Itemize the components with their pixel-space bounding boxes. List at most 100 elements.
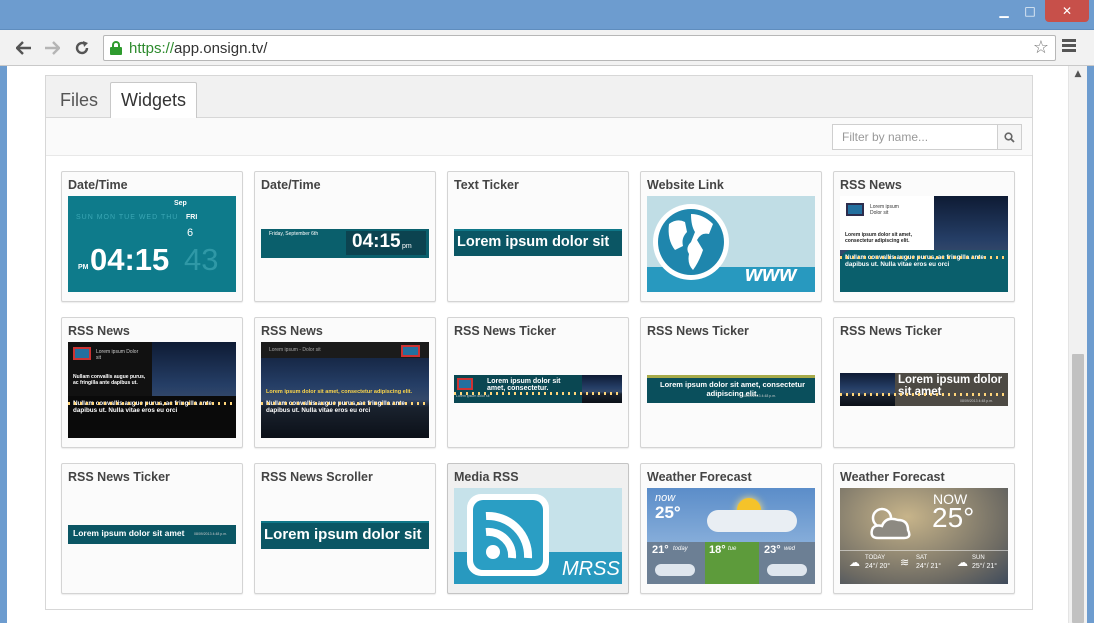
rss-ticker-thumbnail: Lorem ipsum dolor sit Lorem ipsum dolor … (454, 375, 622, 403)
thumb-day2-label: SAT (916, 555, 928, 561)
widget-card-datetime-1[interactable]: Date/Time Sep SUN MON TUE WED THU FRI 6 … (61, 171, 243, 302)
filter-input[interactable]: Filter by name... (832, 124, 998, 150)
thumb-month: Sep (174, 200, 187, 207)
cloud-icon (767, 564, 807, 576)
star-icon[interactable]: ☆ (1033, 37, 1049, 58)
widget-card-media-rss[interactable]: Media RSS MRSS (447, 463, 629, 594)
forward-arrow-icon[interactable] (40, 36, 64, 60)
search-icon[interactable] (997, 124, 1022, 150)
datetime-thumbnail: Sep SUN MON TUE WED THU FRI 6 PM 04:15 4… (68, 196, 236, 292)
widget-card-rss-news-1[interactable]: RSS News Lorem ipsum Dolor sit Lorem ips… (833, 171, 1015, 302)
maximize-icon[interactable]: □ (1019, 0, 1041, 22)
url-protocol: https:// (129, 40, 175, 57)
widget-card-rss-news-2[interactable]: RSS News Lorem ipsum Dolor sit Nullam co… (61, 317, 243, 448)
rss-news-thumbnail: Lorem ipsum - Dolor sit Lorem ipsum dolo… (261, 342, 429, 438)
card-title: Weather Forecast (840, 470, 945, 484)
tab-widgets[interactable]: Widgets (110, 82, 198, 119)
thumb-ampm: PM (78, 264, 89, 271)
cloud-rain-icon: ☁ (849, 557, 860, 569)
thumb-headline: Lorem ipsum dolor sit amet, consectetur … (266, 389, 413, 395)
window-frame-right (1087, 30, 1094, 623)
card-title: RSS News Ticker (647, 324, 749, 338)
thumb-day3-temp: 25°/ 21° (972, 563, 998, 570)
thumb-date: 6 (187, 227, 194, 239)
thumb-body: Nullam convallis augue purus, ac fringil… (845, 254, 984, 268)
scroll-up-icon[interactable]: ▲ (1072, 69, 1084, 79)
thumb-scroller-text: Lorem ipsum dolor sit (264, 526, 422, 543)
thumb-ticker-text: Lorem ipsum dolor sit amet, consectetur. (487, 378, 561, 392)
datetime-thumbnail: Friday, September 6th 04:15 pm (261, 229, 429, 258)
cloud-icon (655, 564, 695, 576)
thumb-source: Lorem ipsum Dolor sit (870, 204, 899, 216)
thumb-time: 04:15 (90, 242, 170, 277)
thumb-day1-label: today (673, 546, 688, 552)
rss-scroller-thumbnail: Lorem ipsum dolor sit (261, 521, 429, 549)
card-title: RSS News (840, 178, 902, 192)
card-title: RSS News Ticker (454, 324, 556, 338)
widget-card-text-ticker[interactable]: Text Ticker Lorem ipsum dolor sit (447, 171, 629, 302)
thumb-date: 08/09/2013 4:48 p.m. (743, 394, 777, 398)
thumb-mrss-text: MRSS (562, 558, 620, 580)
thumb-ticker-text: Lorem ipsum dolor sit (457, 234, 610, 250)
thumb-date: 08/09/2013 4:48 p.m. (960, 399, 994, 403)
widget-card-website-link[interactable]: Website Link www (640, 171, 822, 302)
wind-icon: ≋ (900, 557, 910, 569)
url-text[interactable]: https://app.onsign.tv/ (129, 40, 267, 57)
thumb-day2-label: tue (728, 546, 737, 552)
thumb-day2-temp: 24°/ 21° (916, 563, 942, 570)
thumb-weekdays: SUN MON TUE WED THU (76, 214, 179, 221)
rss-ticker-thumbnail: Lorem ipsum dolor sit amet, consectetur … (647, 375, 815, 403)
widget-card-weather-2[interactable]: Weather Forecast NOW 25° TODAY 24°/ 20° … (833, 463, 1015, 594)
widgets-panel: Files Widgets Filter by name... Date/Tim… (45, 75, 1033, 610)
tab-bar: Files Widgets (46, 76, 1032, 119)
tab-files[interactable]: Files (50, 82, 108, 118)
thumb-body: Nullam convallis augue purus, ac fringil… (266, 400, 405, 414)
lock-icon (110, 41, 122, 55)
thumb-www-text: www (745, 261, 797, 286)
widget-card-rss-news-ticker-1[interactable]: RSS News Ticker Lorem ipsum dolor sit Lo… (447, 317, 629, 448)
menu-icon[interactable] (1062, 39, 1076, 53)
media-rss-thumbnail: MRSS (454, 488, 622, 584)
thumb-day: FRI (186, 214, 198, 221)
card-title: RSS News (68, 324, 130, 338)
weather-thumbnail: NOW 25° TODAY 24°/ 20° SAT 24°/ 21° SUN … (840, 488, 1008, 584)
card-title: Date/Time (261, 178, 321, 192)
widget-card-rss-news-ticker-2[interactable]: RSS News Ticker Lorem ipsum dolor sit am… (640, 317, 822, 448)
scroll-thumb[interactable] (1072, 354, 1084, 623)
widget-card-rss-news-ticker-4[interactable]: RSS News Ticker Lorem ipsum dolor sit am… (61, 463, 243, 594)
thumb-day3-label: SUN (972, 555, 985, 561)
thumb-date: 08/09/2013 4:48 p.m. (194, 532, 228, 536)
thumb-source: Lorem ipsum dolor sit (456, 394, 490, 398)
url-host: app.onsign.tv/ (174, 40, 268, 57)
minimize-icon[interactable]: ▁ (993, 0, 1015, 22)
rss-ticker-thumbnail: Lorem ipsum dolor sit amet 08/09/2013 4:… (68, 525, 236, 544)
thumb-day2-temp: 18° (709, 544, 726, 556)
thumb-body: Nullam convallis augue purus, ac fringil… (73, 400, 212, 414)
card-title: RSS News (261, 324, 323, 338)
window-titlebar: ▁ □ ✕ (0, 0, 1094, 30)
partly-cloudy-icon (870, 507, 911, 540)
thumb-ampm: pm (402, 243, 412, 250)
text-ticker-thumbnail: Lorem ipsum dolor sit (454, 229, 622, 256)
back-arrow-icon[interactable] (12, 36, 36, 60)
thumb-source: Lorem ipsum - Dolor sit (269, 347, 321, 353)
thumb-day1-temp: 21° (652, 544, 669, 556)
reload-icon[interactable] (70, 36, 94, 60)
widget-card-rss-news-3[interactable]: RSS News Lorem ipsum - Dolor sit Lorem i… (254, 317, 436, 448)
thumb-date: Friday, September 6th (269, 231, 319, 237)
page-scrollbar[interactable]: ▲ (1068, 66, 1087, 623)
close-icon[interactable]: ✕ (1045, 0, 1089, 22)
widget-card-datetime-2[interactable]: Date/Time Friday, September 6th 04:15 pm (254, 171, 436, 302)
thumb-time: 04:15 (352, 231, 401, 252)
widget-card-weather-1[interactable]: Weather Forecast now 25° 21° today 18° t… (640, 463, 822, 594)
address-bar[interactable]: https://app.onsign.tv/ ☆ (103, 35, 1056, 61)
thumb-headline: Nullam convallis augue purus, ac fringil… (73, 374, 146, 386)
widget-card-rss-news-ticker-3[interactable]: RSS News Ticker Lorem ipsum dolor sit am… (833, 317, 1015, 448)
widget-card-rss-news-scroller[interactable]: RSS News Scroller Lorem ipsum dolor sit (254, 463, 436, 594)
rss-news-thumbnail: Lorem ipsum Dolor sit Nullam convallis a… (68, 342, 236, 438)
cloud-icon (707, 510, 797, 532)
website-link-thumbnail: www (647, 196, 815, 292)
card-title: RSS News Ticker (840, 324, 942, 338)
card-title: Weather Forecast (647, 470, 752, 484)
card-title: Website Link (647, 178, 724, 192)
